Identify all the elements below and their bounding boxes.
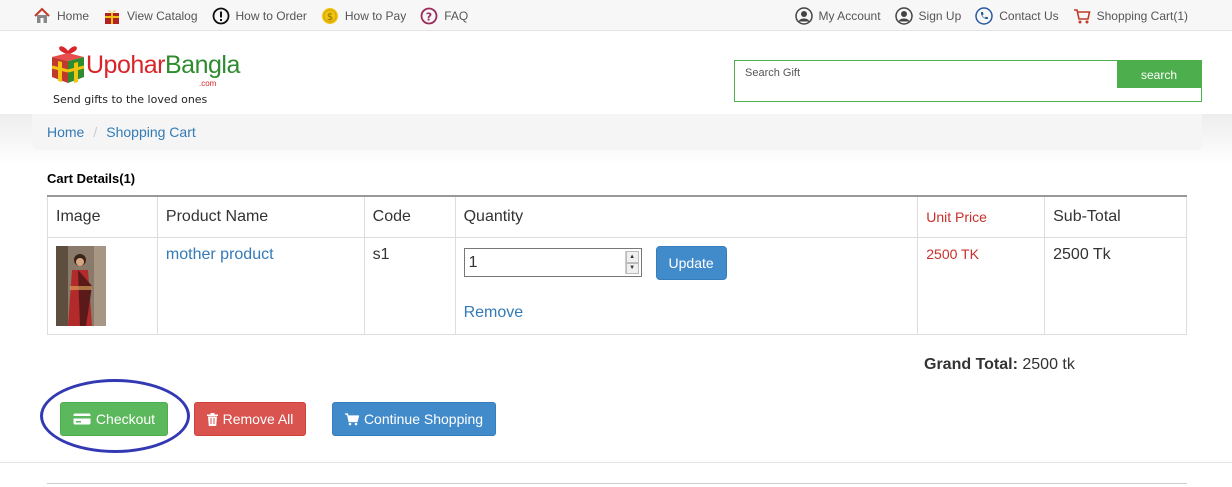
product-thumbnail[interactable] (56, 245, 106, 326)
question-icon: ? (420, 7, 438, 24)
nav-home-label: Home (57, 8, 90, 23)
nav-how-to-order-label: How to Order (235, 8, 307, 23)
header-sub-total: Sub-Total (1044, 195, 1187, 238)
header-unit-price: Unit Price (917, 195, 1046, 238)
quantity-controls: 1 ▲ ▼ Update (463, 245, 910, 280)
nav-shopping-cart[interactable]: Shopping Cart(1) (1073, 7, 1188, 25)
header-code: Code (363, 195, 456, 238)
breadcrumb: Home / Shopping Cart (32, 114, 1202, 150)
nav-contact-us-label: Contact Us (999, 8, 1059, 23)
logo-tagline: Send gifts to the loved ones (53, 93, 208, 106)
search-input[interactable] (745, 67, 1105, 79)
cell-sub-total: 2500 Tk (1044, 236, 1187, 335)
coin-icon: $ (321, 7, 338, 24)
user-icon (894, 6, 913, 25)
quantity-stepper[interactable]: 1 ▲ ▼ (463, 248, 642, 277)
unit-price: 2500 TK (926, 245, 979, 262)
nav-faq-label: FAQ (444, 8, 469, 23)
remove-all-button[interactable]: Remove All (194, 402, 306, 436)
search-box: search (734, 60, 1202, 102)
cart-icon (344, 412, 359, 425)
nav-home[interactable]: Home (33, 7, 89, 25)
cell-product-name: mother product (156, 236, 365, 335)
grand-total: Grand Total: 2500 tk (924, 356, 1075, 374)
grand-total-value: 2500 tk (1022, 356, 1075, 373)
logo-name: UpoharBangla (86, 51, 240, 80)
logo-name-part2: Bangla (165, 51, 240, 79)
nav-sign-up-label: Sign Up (918, 8, 962, 23)
logo-name-part1: Upohar (86, 51, 166, 79)
grand-total-label: Grand Total: (924, 356, 1018, 373)
user-icon (794, 6, 813, 25)
cart-table: Image Product Name Code Quantity Unit Pr… (47, 195, 1187, 335)
home-icon (34, 7, 50, 23)
spinner-up-icon[interactable]: ▲ (625, 251, 639, 263)
gift-icon (105, 9, 120, 24)
nav-how-to-pay-label: How to Pay (344, 8, 407, 23)
nav-view-catalog[interactable]: View Catalog (103, 7, 198, 25)
cell-unit-price: 2500 TK (917, 236, 1046, 335)
breadcrumb-separator: / (93, 124, 98, 140)
cart-header-row: Image Product Name Code Quantity Unit Pr… (47, 195, 1187, 238)
breadcrumb-current[interactable]: Shopping Cart (106, 124, 196, 140)
logo-domain: .com (199, 79, 217, 88)
trash-icon (206, 412, 218, 426)
nav-how-to-order[interactable]: How to Order (212, 7, 307, 25)
nav-sign-up[interactable]: Sign Up (894, 6, 962, 25)
nav-shopping-cart-label: Shopping Cart(1) (1096, 8, 1188, 23)
update-button[interactable]: Update (655, 245, 727, 280)
header-quantity: Quantity (454, 195, 919, 238)
header-image: Image (47, 195, 158, 238)
gift-box-icon (51, 46, 85, 84)
site-logo[interactable]: UpoharBangla .com Send gifts to the love… (50, 43, 240, 108)
nav-contact-us[interactable]: Contact Us (975, 6, 1059, 25)
table-row: mother product s1 1 ▲ ▼ Update Remove 25… (47, 236, 1187, 335)
svg-text:?: ? (426, 10, 432, 23)
top-nav-right: My Account Sign Up Contact Us Shopping C… (781, 0, 1188, 31)
search-button[interactable]: search (1117, 61, 1201, 88)
product-name-link[interactable]: mother product (166, 246, 274, 263)
annotation-circle (40, 379, 190, 453)
cart-title: Cart Details(1) (47, 171, 136, 186)
continue-shopping-label: Continue Shopping (363, 411, 484, 427)
nav-my-account-label: My Account (818, 8, 881, 23)
remove-all-label: Remove All (222, 411, 294, 427)
info-icon (212, 7, 229, 24)
spinner-down-icon[interactable]: ▼ (625, 262, 639, 274)
svg-text:$: $ (327, 12, 333, 23)
nav-my-account[interactable]: My Account (794, 6, 881, 25)
footer-divider (47, 483, 1187, 484)
cart-icon (1073, 8, 1091, 23)
remove-item-link[interactable]: Remove (464, 304, 524, 322)
nav-how-to-pay[interactable]: $ How to Pay (321, 7, 406, 25)
nav-view-catalog-label: View Catalog (127, 8, 198, 23)
top-nav-left: Home View Catalog How to Order $ How to … (33, 0, 482, 31)
cell-image (47, 236, 158, 335)
spinner: ▲ ▼ (624, 251, 639, 274)
quantity-value: 1 (468, 253, 478, 271)
divider (0, 462, 1232, 463)
header-product-name: Product Name (156, 195, 365, 238)
cell-code: s1 (363, 236, 456, 335)
cell-quantity: 1 ▲ ▼ Update Remove (454, 236, 919, 335)
breadcrumb-home[interactable]: Home (47, 124, 84, 140)
nav-faq[interactable]: ? FAQ (420, 7, 468, 25)
top-bar: Home View Catalog How to Order $ How to … (0, 0, 1232, 31)
continue-shopping-button[interactable]: Continue Shopping (332, 402, 496, 436)
phone-icon (975, 6, 993, 25)
